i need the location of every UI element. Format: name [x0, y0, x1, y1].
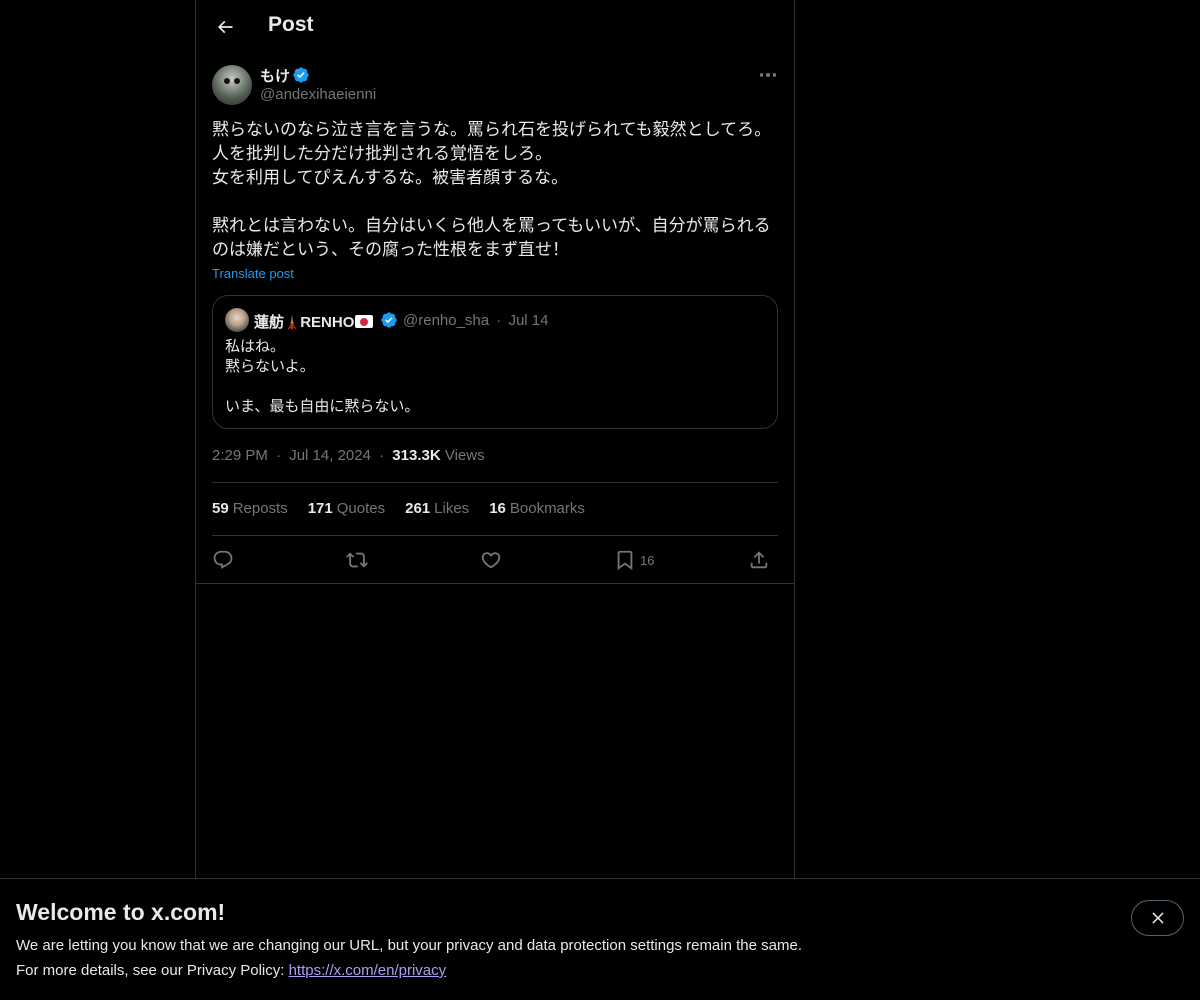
repost-button[interactable]	[346, 546, 368, 574]
avatar[interactable]	[212, 65, 252, 105]
japan-flag-icon	[355, 315, 374, 328]
quoted-handle-date: @renho_sha · Jul 14	[403, 312, 549, 329]
bookmarks-stat[interactable]: 16 Bookmarks	[489, 500, 585, 520]
meta-separator: ·	[276, 447, 282, 464]
banner-privacy-line: For more details, see our Privacy Policy…	[16, 962, 446, 979]
page-title: Post	[268, 13, 314, 36]
close-icon	[1151, 912, 1164, 924]
more-icon	[759, 73, 764, 77]
quoted-separator: ·	[496, 312, 502, 329]
welcome-banner: Welcome to x.com! We are letting you kno…	[0, 878, 1200, 1000]
quoted-handle: @renho_sha	[403, 312, 490, 329]
post-stats: 59 Reposts 171 Quotes 261 Likes 16 Bookmarks	[212, 500, 585, 520]
tokyo-tower-icon: 🗼	[284, 315, 301, 330]
quotes-stat[interactable]: 171 Quotes	[308, 500, 385, 520]
banner-privacy-prefix: For more details, see our Privacy Policy…	[16, 962, 289, 979]
views-count: 313.3K	[392, 447, 441, 464]
verified-badge-icon	[293, 67, 309, 83]
author-name[interactable]: もけ	[260, 65, 290, 86]
back-button[interactable]	[208, 10, 242, 44]
post-text: 黙らないのなら泣き言を言うな。罵られ石を投げられても毅然としてろ。 人を批判した…	[212, 120, 772, 260]
divider	[212, 482, 778, 483]
share-button[interactable]	[748, 546, 770, 574]
more-options-button[interactable]	[754, 65, 782, 85]
privacy-policy-link[interactable]: https://x.com/en/privacy	[289, 962, 447, 979]
quoted-verified-badge-icon	[381, 312, 397, 328]
quoted-text: 私はね。 黙らないよ。 いま、最も自由に黙らない。	[225, 337, 420, 415]
quoted-name-suffix: RENHO	[300, 314, 355, 331]
banner-close-button[interactable]	[1131, 900, 1184, 936]
divider	[212, 535, 778, 536]
banner-message: We are letting you know that we are chan…	[16, 937, 802, 954]
quoted-date: Jul 14	[508, 312, 549, 329]
post-header: Post	[196, 0, 794, 54]
quoted-avatar	[225, 308, 249, 332]
share-icon	[750, 551, 768, 569]
likes-stat[interactable]: 261 Likes	[405, 500, 469, 520]
action-bar: 16	[212, 546, 778, 574]
reposts-stat[interactable]: 59 Reposts	[212, 500, 288, 520]
heart-icon	[481, 552, 501, 569]
author-handle[interactable]: @andexihaeienni	[260, 86, 376, 103]
bookmark-icon	[617, 550, 633, 571]
bookmark-button[interactable]: 16	[614, 546, 654, 574]
post-time[interactable]: 2:29 PM	[212, 447, 268, 464]
reply-button[interactable]	[212, 546, 234, 574]
translate-post-link[interactable]: Translate post	[212, 266, 294, 281]
repost-icon	[346, 552, 368, 568]
views-label: Views	[444, 447, 485, 464]
post-column: Post もけ @andexihaeienni 黙らないのなら泣き言を言うな。罵…	[195, 0, 795, 878]
post-author: もけ @andexihaeienni	[212, 65, 778, 109]
quoted-post[interactable]: 蓮舫🗼RENHO @renho_sha · Jul 14 私はね。 黙らないよ。…	[212, 295, 778, 429]
post-date[interactable]: Jul 14, 2024	[289, 447, 371, 464]
banner-title: Welcome to x.com!	[16, 899, 226, 925]
like-button[interactable]	[480, 546, 502, 574]
arrow-left-icon	[217, 20, 233, 34]
bookmark-count: 16	[640, 552, 655, 568]
reply-icon	[213, 550, 233, 569]
quoted-author-name: 蓮舫🗼RENHO	[254, 311, 374, 332]
meta-separator-2: ·	[379, 447, 385, 464]
quoted-name-text: 蓮舫	[254, 314, 285, 331]
divider	[196, 583, 794, 584]
post-meta: 2:29 PM · Jul 14, 2024 · 313.3K Views	[212, 447, 485, 464]
